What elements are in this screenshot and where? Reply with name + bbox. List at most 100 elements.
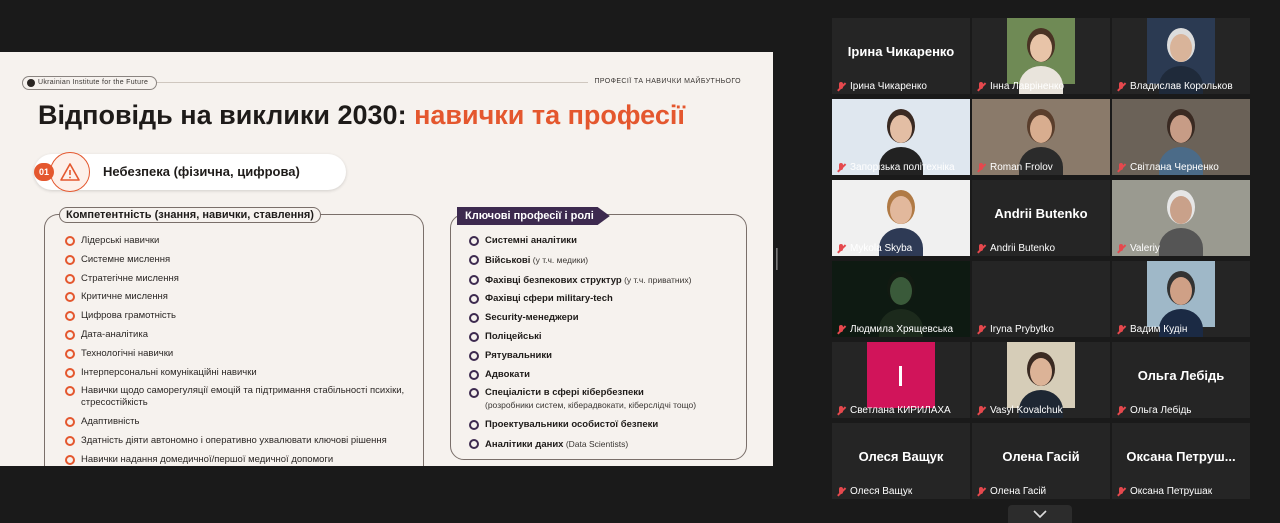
profession-note: (розробники систем, кіберадвокати, кібер…	[485, 400, 697, 411]
risk-label: Небезпека (фізична, цифрова)	[103, 164, 300, 179]
professions-panel: Ключові професії і ролі Системні аналіти…	[450, 207, 747, 460]
profession-item: Фахівці сфери military-tech	[469, 293, 739, 305]
circle-bullet-icon	[65, 348, 75, 359]
participant-name: Ірина Чикаренко	[850, 81, 927, 92]
participant-tile[interactable]: Vasyl Kovalchuk	[972, 342, 1110, 418]
circle-bullet-icon	[65, 236, 75, 246]
circle-bullet-icon	[65, 254, 75, 265]
splitter-handle[interactable]	[776, 248, 778, 270]
title-main: Відповідь на виклики 2030:	[38, 100, 415, 130]
participant-tile[interactable]: Valeriy	[1112, 180, 1250, 256]
participant-tile[interactable]: Олена Гасій Олена Гасій	[972, 423, 1110, 499]
participant-name: Владислав Корольков	[1130, 81, 1233, 92]
participant-tile[interactable]: Mykola Skyba	[832, 180, 970, 256]
slide-tag: ПРОФЕСІЇ ТА НАВИЧКИ МАЙБУТНЬОГО	[588, 78, 741, 85]
participant-name-bar: Владислав Корольков	[1116, 81, 1233, 92]
participant-tile[interactable]: Roman Frolov	[972, 99, 1110, 175]
participant-name-bar: Andrii Butenko	[976, 243, 1055, 254]
brand-label: Ukrainian Institute for the Future	[38, 79, 149, 86]
circle-bullet-icon	[65, 292, 75, 303]
participant-video	[867, 342, 935, 408]
competence-item: Здатність діяти автономно і оперативно у…	[65, 435, 415, 447]
mic-off-icon	[976, 486, 986, 497]
mic-off-icon	[836, 486, 846, 497]
participant-tile[interactable]: Светлана КИРИЛАХА	[832, 342, 970, 418]
circle-bullet-icon	[65, 435, 75, 446]
participant-tile[interactable]: Олеся Ващук Олеся Ващук	[832, 423, 970, 499]
profession-item: Проектувальники особистої безпеки	[469, 419, 739, 431]
competence-label: Технологічні навички	[81, 347, 174, 359]
mic-off-icon	[976, 405, 986, 416]
participant-video	[1147, 18, 1215, 94]
mic-off-icon	[836, 324, 846, 335]
competence-title: Компетентність (знання, навички, ставлен…	[59, 207, 321, 223]
competence-label: Адаптивність	[81, 416, 140, 428]
mic-off-icon	[1116, 486, 1126, 497]
participant-tile[interactable]: Запорізька політехніка	[832, 99, 970, 175]
participant-tile[interactable]: Iryna Prybytko	[972, 261, 1110, 337]
competence-label: Лідерські навички	[81, 235, 160, 246]
competence-item: Цифрова грамотність	[65, 310, 415, 322]
competence-label: Системне мислення	[81, 253, 171, 265]
mic-off-icon	[836, 243, 846, 254]
participant-name-bar: Людмила Хрящевська	[836, 324, 953, 335]
circle-bullet-icon	[469, 236, 479, 246]
gallery-expand-button[interactable]	[1008, 505, 1072, 523]
profession-item: Рятувальники	[469, 350, 739, 362]
participant-name: Andrii Butenko	[990, 243, 1056, 254]
circle-bullet-icon	[469, 369, 479, 380]
competence-list: Лідерські навички Системне мислення Страте…	[65, 235, 415, 466]
mic-off-icon	[1116, 324, 1126, 335]
circle-bullet-icon	[65, 367, 75, 378]
chevron-down-icon	[1033, 510, 1047, 518]
profession-item: Фахівці безпекових структур (у т.ч. прив…	[469, 274, 739, 287]
profession-item: Військові (у т.ч. медики)	[469, 254, 739, 267]
participant-tile[interactable]: Інна Лавріненко	[972, 18, 1110, 94]
participant-display-name: Andrii Butenko	[994, 206, 1088, 221]
competence-item: Лідерські навички	[65, 235, 415, 247]
risk-pill: 01 Небезпека (фізична, цифрова)	[34, 152, 346, 192]
participant-name-bar: Оксана Петрушак	[1116, 486, 1212, 497]
participant-tile[interactable]: Світлана Черненко	[1112, 99, 1250, 175]
circle-bullet-icon	[469, 438, 479, 449]
participant-tile[interactable]: Ірина Чикаренко Ірина Чикаренко	[832, 18, 970, 94]
warning-icon	[50, 152, 90, 192]
competence-panel: Компетентність (знання, навички, ставлен…	[44, 207, 424, 466]
circle-bullet-icon	[469, 388, 479, 399]
participant-name: Ольга Лебідь	[1130, 405, 1192, 416]
participant-tile[interactable]: Людмила Хрящевська	[832, 261, 970, 337]
participant-name: Запорізька політехніка	[850, 162, 955, 173]
profession-note: (у т.ч. медики)	[530, 254, 589, 265]
mic-off-icon	[836, 162, 846, 173]
circle-bullet-icon	[469, 294, 479, 305]
participant-name: Інна Лавріненко	[990, 81, 1065, 92]
mic-off-icon	[1116, 81, 1126, 92]
mic-off-icon	[1116, 162, 1126, 173]
profession-label: Фахівці сфери military-tech	[485, 293, 613, 305]
competence-item: Критичне мислення	[65, 291, 415, 303]
risk-number: 01	[34, 163, 54, 181]
participant-tile[interactable]: Вадим Кудін	[1112, 261, 1250, 337]
circle-bullet-icon	[65, 417, 75, 428]
competence-label: Здатність діяти автономно і оперативно у…	[81, 434, 387, 446]
participant-display-name: Олена Гасій	[1002, 449, 1080, 464]
participant-tile[interactable]: Andrii Butenko Andrii Butenko	[972, 180, 1110, 256]
participant-name: Світлана Черненко	[1130, 162, 1219, 173]
profession-item: Аналітики даних (Data Scientists)	[469, 438, 739, 451]
competence-label: Критичне мислення	[81, 291, 168, 303]
profession-label: Рятувальники	[485, 349, 552, 361]
circle-bullet-icon	[469, 313, 479, 324]
participant-display-name: Ольга Лебідь	[1137, 368, 1225, 383]
participant-name: Valeriy	[1130, 243, 1160, 254]
slide-title: Відповідь на виклики 2030: навички та пр…	[38, 100, 685, 131]
circle-bullet-icon	[469, 274, 479, 285]
competence-item: Системне мислення	[65, 254, 415, 266]
participant-video	[1007, 342, 1075, 418]
participant-tile[interactable]: Ольга Лебідь Ольга Лебідь	[1112, 342, 1250, 418]
participant-tile[interactable]: Владислав Корольков	[1112, 18, 1250, 94]
profession-label: Проектувальники особистої безпеки	[485, 419, 659, 431]
participant-video	[1147, 261, 1215, 337]
competence-label: Дата-аналітика	[81, 328, 148, 340]
participant-tile[interactable]: Оксана Петруш... Оксана Петрушак	[1112, 423, 1250, 499]
profession-label: Спеціалісти в сфері кібербезпеки	[485, 387, 644, 399]
